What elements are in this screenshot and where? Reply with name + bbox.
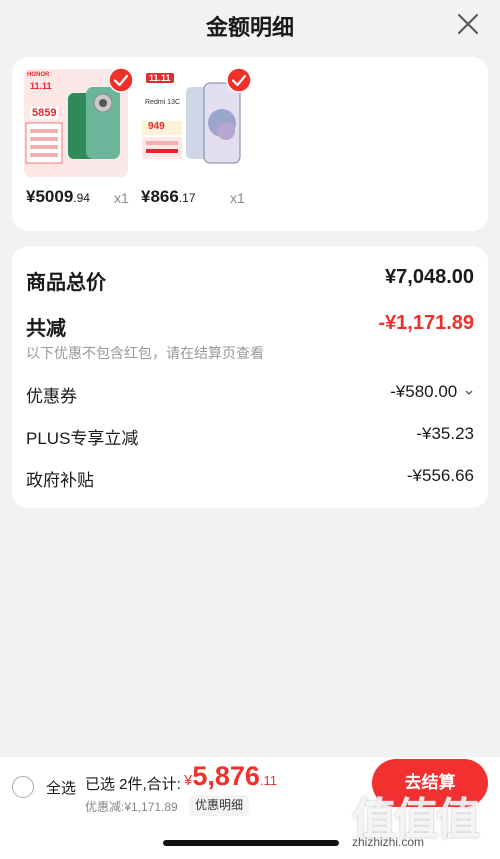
product-price: ¥5009.94 <box>26 187 90 207</box>
summary-reduce-row: 共减 -¥1,171.89 <box>26 312 474 340</box>
promo-price: 949 <box>148 121 165 132</box>
product-price: ¥866.17 <box>141 187 196 207</box>
amount-summary-card: 商品总价 ¥7,048.00 共减 -¥1,171.89 以下优惠不包含红包，请… <box>12 246 488 508</box>
product-item[interactable]: HONOR 11.11 5859 <box>24 67 134 177</box>
product-qty: x1 <box>230 190 245 206</box>
promo-tag: 11.11 <box>146 73 174 83</box>
product-list-card: HONOR 11.11 5859 ¥5009.94 x1 11.11 Redmi… <box>12 57 488 231</box>
plus-discount-value: -¥35.23 <box>416 424 474 443</box>
price-integer: 866 <box>150 187 179 206</box>
watermark-url: zhizhizhi.com <box>352 835 425 849</box>
product-brand: HONOR <box>27 72 50 78</box>
price-integer: 5009 <box>35 187 74 206</box>
product-brand: Redmi 13C <box>145 99 181 106</box>
promo-tag: 11.11 <box>30 81 52 91</box>
reduce-label: 共减 <box>26 318 66 340</box>
coupon-label: 优惠券 <box>26 387 77 406</box>
promo-price: 5859 <box>30 107 59 119</box>
chevron-down-icon[interactable] <box>464 387 474 397</box>
checkout-bar: 全选 已选 2件,合计: ¥5,876.11 优惠减:¥1,171.89 优惠明… <box>0 757 500 859</box>
discount-summary: 优惠减:¥1,171.89 <box>85 800 178 814</box>
price-decimal: .94 <box>73 191 90 205</box>
header-bar: 金额明细 <box>0 0 500 48</box>
total-value: ¥7,048.00 <box>385 266 474 288</box>
plus-discount-label: PLUS专享立减 <box>26 429 139 448</box>
coupon-value: -¥580.00 <box>390 382 474 402</box>
select-all-label[interactable]: 全选 <box>46 777 76 798</box>
total-label: 商品总价 <box>26 272 106 294</box>
coupon-row[interactable]: 优惠券 -¥580.00 <box>26 382 474 406</box>
home-indicator[interactable] <box>163 840 339 846</box>
product-qty: x1 <box>114 190 129 206</box>
summary-total-row: 商品总价 ¥7,048.00 <box>26 266 474 294</box>
selected-info: 已选 2件,合计: <box>85 776 181 793</box>
checked-icon[interactable] <box>226 67 252 93</box>
select-all-radio[interactable] <box>12 776 34 798</box>
reduce-hint-row: 以下优惠不包含红包，请在结算页查看 <box>26 343 474 363</box>
reduce-value: -¥1,171.89 <box>378 312 474 334</box>
subsidy-label: 政府补贴 <box>26 471 94 490</box>
reduce-hint: 以下优惠不包含红包，请在结算页查看 <box>26 345 264 361</box>
plus-discount-row: PLUS专享立减 -¥35.23 <box>26 424 474 448</box>
checked-icon[interactable] <box>108 67 134 93</box>
subsidy-row: 政府补贴 -¥556.66 <box>26 466 474 490</box>
close-icon[interactable] <box>456 12 480 36</box>
subsidy-value: -¥556.66 <box>406 466 474 485</box>
product-item[interactable]: 11.11 Redmi 13C 949 <box>142 67 252 177</box>
price-decimal: .17 <box>178 191 196 205</box>
discount-detail-button[interactable]: 优惠明细 <box>189 795 250 816</box>
coupon-amount: -¥580.00 <box>390 382 458 401</box>
total-integer: 5,876 <box>192 761 260 791</box>
total-decimal: .11 <box>259 773 278 788</box>
total-price: ¥5,876.11 <box>184 761 277 792</box>
page-title: 金额明细 <box>205 15 294 40</box>
